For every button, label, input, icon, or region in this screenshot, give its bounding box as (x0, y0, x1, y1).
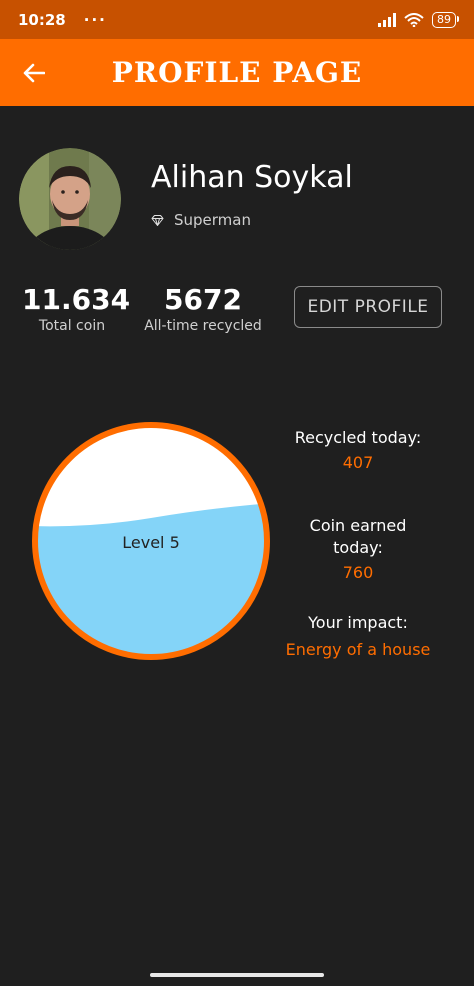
avatar-photo (19, 148, 121, 250)
impact-label: Your impact: (308, 613, 408, 632)
back-button[interactable] (20, 59, 48, 87)
level-gauge: Level 5 (32, 422, 270, 660)
stat-all-time-recycled: 5672 All-time recycled (132, 283, 274, 335)
home-indicator[interactable] (150, 973, 324, 977)
coin-earned-today: Coin earned today: 760 (286, 515, 430, 582)
battery-icon: 89 (432, 11, 459, 28)
profile-name: Alihan Soykal (151, 160, 353, 195)
page-title: PROFILE PAGE (111, 56, 363, 89)
status-time: 10:28 (18, 10, 66, 29)
stat-value: 11.634 (22, 283, 131, 316)
status-right: 89 (378, 11, 459, 28)
more-dots-icon: ··· (83, 10, 107, 29)
status-left: 10:28 ··· (18, 11, 107, 29)
stat-label: Total coin (38, 318, 106, 334)
coin-today-label: Coin earned today: (309, 516, 407, 557)
level-label: Level 5 (122, 533, 180, 552)
stat-label: All-time recycled (144, 318, 262, 334)
rank-label: Superman (174, 211, 251, 229)
avatar (19, 148, 121, 250)
diamond-icon (151, 214, 164, 226)
arrow-left-icon (23, 63, 45, 83)
signal-icon (378, 12, 396, 27)
edit-profile-button[interactable]: EDIT PROFILE (294, 286, 442, 328)
wifi-icon (404, 12, 424, 27)
gauge-water (36, 503, 266, 656)
your-impact: Your impact: Energy of a house (276, 612, 440, 659)
coin-today-value: 760 (342, 563, 374, 582)
rank-row: Superman (151, 211, 251, 229)
status-bar: 10:28 ··· 89 (0, 0, 474, 39)
recycled-today-value: 407 (342, 453, 374, 472)
recycled-today-label: Recycled today: (294, 428, 422, 447)
app-bar: PROFILE PAGE (0, 39, 474, 106)
impact-value: Energy of a house (285, 640, 431, 659)
stat-total-coin: 11.634 Total coin (22, 283, 131, 335)
stat-value: 5672 (164, 283, 242, 316)
recycled-today: Recycled today: 407 (286, 427, 430, 472)
